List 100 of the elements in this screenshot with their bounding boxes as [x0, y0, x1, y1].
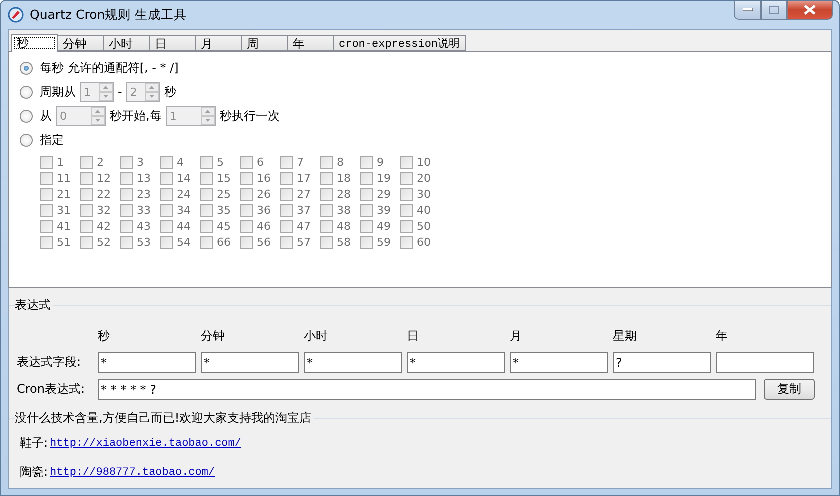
group-title: 没什么技术含量,方便自己而已!欢迎大家支持我的淘宝店 [15, 410, 313, 427]
checkbox-label: 11 [57, 172, 71, 184]
checkbox-label: 17 [297, 172, 311, 184]
option-label: 秒执行一次 [220, 108, 280, 124]
checkbox-label: 24 [177, 188, 191, 200]
radio-button[interactable] [20, 86, 33, 98]
checkbox-label: 13 [137, 172, 151, 184]
radio-button[interactable] [20, 62, 33, 74]
checkbox-label: 33 [137, 204, 151, 216]
checkbox-label: 48 [337, 220, 351, 232]
checkbox-label: 29 [377, 188, 391, 200]
column-header: 星期 [613, 328, 638, 344]
checkbox-label: 25 [217, 188, 231, 200]
checkbox-label: 43 [137, 220, 151, 232]
checkbox-label: 46 [257, 220, 271, 232]
column-header: 小时 [304, 328, 329, 344]
checkbox-label: 44 [177, 220, 191, 232]
column-header: 年 [716, 328, 729, 344]
shop-link[interactable]: http://988777.taobao.com/ [50, 466, 216, 478]
option-label: 秒 [164, 84, 176, 100]
checkbox-label: 22 [97, 188, 111, 200]
column-header: 分钟 [201, 328, 226, 344]
checkbox-label: 49 [377, 220, 391, 232]
option-label: 周期从 [40, 84, 76, 100]
checkbox-label: 3 [137, 156, 144, 168]
tab[interactable]: 秒 [11, 34, 58, 52]
tab[interactable]: cron-expression说明 [333, 35, 466, 51]
maximize-icon [769, 6, 779, 14]
checkbox-label: 6 [257, 156, 264, 168]
link-label: 陶瓷: [20, 464, 48, 481]
tab[interactable]: 分钟 [57, 35, 104, 51]
link-label: 鞋子: [20, 435, 48, 452]
column-header: 秒 [98, 328, 111, 344]
option-label: 秒开始,每 [110, 108, 162, 124]
checkbox-label: 66 [217, 236, 231, 248]
checkbox-label: 1 [57, 156, 64, 168]
checkbox-label: 27 [297, 188, 311, 200]
input-field[interactable]: * [201, 352, 299, 373]
shop-link[interactable]: http://xiaobenxie.taobao.com/ [50, 438, 242, 450]
checkbox-label: 10 [417, 156, 431, 168]
checkbox-label: 45 [217, 220, 231, 232]
checkbox-label: 20 [417, 172, 431, 184]
option-label: 每秒 允许的通配符[, - * /] [40, 60, 179, 76]
checkbox-label: 2 [97, 156, 104, 168]
checkbox-label: 47 [297, 220, 311, 232]
checkbox-label: 40 [417, 204, 431, 216]
field-label: 表达式字段: [17, 354, 82, 371]
tab[interactable]: 日 [149, 35, 196, 51]
column-header: 月 [510, 328, 523, 344]
tab[interactable]: 年 [287, 35, 334, 51]
checkbox-label: 12 [97, 172, 111, 184]
minimize-icon [742, 8, 752, 12]
checkbox-label: 42 [97, 220, 111, 232]
tab[interactable]: 月 [195, 35, 242, 51]
checkbox-label: 51 [57, 236, 71, 248]
input-field[interactable] [716, 352, 814, 373]
input-field[interactable]: * [510, 352, 608, 373]
option-label: 从 [40, 108, 52, 124]
input-field[interactable]: * [304, 352, 402, 373]
app-logo-icon [8, 7, 24, 23]
radio-button[interactable] [20, 134, 33, 146]
column-header: 日 [407, 328, 420, 344]
input-field[interactable]: * [98, 352, 196, 373]
checkbox-label: 41 [57, 220, 71, 232]
copy-button[interactable]: 复制 [764, 379, 815, 400]
checkbox-label: 9 [377, 156, 384, 168]
checkbox-label: 53 [137, 236, 151, 248]
checkbox-label: 32 [97, 204, 111, 216]
checkbox-label: 57 [297, 236, 311, 248]
checkbox-label: 52 [97, 236, 111, 248]
checkbox-label: 26 [257, 188, 271, 200]
checkbox-label: 5 [217, 156, 224, 168]
maximize-button[interactable] [761, 1, 787, 20]
option-label: 指定 [40, 132, 64, 148]
checkbox-label: 56 [257, 236, 271, 248]
checkbox-label: 39 [377, 204, 391, 216]
checkbox-label: 34 [177, 204, 191, 216]
tab[interactable]: 小时 [103, 35, 150, 51]
checkbox-label: 38 [337, 204, 351, 216]
checkbox-label: 37 [297, 204, 311, 216]
checkbox-label: 14 [177, 172, 191, 184]
minimize-button[interactable] [734, 1, 761, 20]
checkbox-label: 19 [377, 172, 391, 184]
close-button[interactable] [787, 1, 833, 20]
radio-button[interactable] [20, 110, 33, 122]
input-field[interactable]: ? [613, 352, 711, 373]
checkbox-label: 16 [257, 172, 271, 184]
checkbox-label: 58 [337, 236, 351, 248]
tab[interactable]: 周 [241, 35, 288, 51]
checkbox-label: 60 [417, 236, 431, 248]
input-field[interactable]: * [407, 352, 505, 373]
group-title: 表达式 [15, 297, 52, 314]
window-title: Quartz Cron规则 生成工具 [30, 6, 188, 24]
checkbox-label: 54 [177, 236, 191, 248]
input-field[interactable]: * * * * * ? [98, 379, 756, 400]
option-label: - [118, 85, 122, 99]
field-label: Cron表达式: [17, 381, 86, 398]
checkbox-label: 18 [337, 172, 351, 184]
checkbox-label: 23 [137, 188, 151, 200]
checkbox-label: 36 [257, 204, 271, 216]
